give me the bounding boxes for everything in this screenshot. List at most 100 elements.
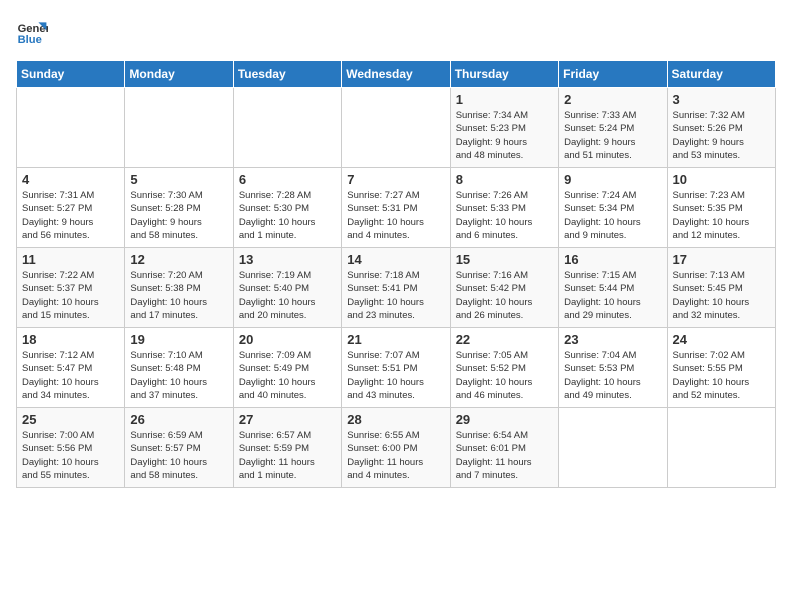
day-number: 20 (239, 332, 336, 347)
day-cell: 7 Sunrise: 7:27 AMSunset: 5:31 PMDaylight… (342, 168, 450, 248)
day-info: Sunrise: 7:32 AMSunset: 5:26 PMDaylight:… (673, 109, 770, 162)
calendar-table: SundayMondayTuesdayWednesdayThursdayFrid… (16, 60, 776, 488)
day-info: Sunrise: 7:24 AMSunset: 5:34 PMDaylight:… (564, 189, 661, 242)
day-cell: 19 Sunrise: 7:10 AMSunset: 5:48 PMDayligh… (125, 328, 233, 408)
day-info: Sunrise: 7:31 AMSunset: 5:27 PMDaylight:… (22, 189, 119, 242)
day-info: Sunrise: 7:12 AMSunset: 5:47 PMDaylight:… (22, 349, 119, 402)
day-cell: 23 Sunrise: 7:04 AMSunset: 5:53 PMDayligh… (559, 328, 667, 408)
day-cell (342, 88, 450, 168)
day-number: 5 (130, 172, 227, 187)
day-cell: 29 Sunrise: 6:54 AMSunset: 6:01 PMDayligh… (450, 408, 558, 488)
day-cell (559, 408, 667, 488)
day-cell (125, 88, 233, 168)
day-info: Sunrise: 7:19 AMSunset: 5:40 PMDaylight:… (239, 269, 336, 322)
day-number: 9 (564, 172, 661, 187)
week-row-1: 1Sunrise: 7:34 AMSunset: 5:23 PMDaylight… (17, 88, 776, 168)
page-header: General Blue (16, 16, 776, 48)
week-row-5: 25Sunrise: 7:00 AMSunset: 5:56 PMDayligh… (17, 408, 776, 488)
day-info: Sunrise: 7:13 AMSunset: 5:45 PMDaylight:… (673, 269, 770, 322)
day-info: Sunrise: 6:59 AMSunset: 5:57 PMDaylight:… (130, 429, 227, 482)
day-info: Sunrise: 7:33 AMSunset: 5:24 PMDaylight:… (564, 109, 661, 162)
day-info: Sunrise: 7:30 AMSunset: 5:28 PMDaylight:… (130, 189, 227, 242)
col-header-saturday: Saturday (667, 61, 775, 88)
day-number: 1 (456, 92, 553, 107)
day-cell: 4Sunrise: 7:31 AMSunset: 5:27 PMDaylight… (17, 168, 125, 248)
day-number: 27 (239, 412, 336, 427)
day-info: Sunrise: 7:27 AMSunset: 5:31 PMDaylight:… (347, 189, 444, 242)
col-header-monday: Monday (125, 61, 233, 88)
day-number: 15 (456, 252, 553, 267)
day-cell: 15 Sunrise: 7:16 AMSunset: 5:42 PMDayligh… (450, 248, 558, 328)
day-cell: 10Sunrise: 7:23 AMSunset: 5:35 PMDayligh… (667, 168, 775, 248)
day-cell: 24 Sunrise: 7:02 AMSunset: 5:55 PMDayligh… (667, 328, 775, 408)
day-number: 16 (564, 252, 661, 267)
col-header-thursday: Thursday (450, 61, 558, 88)
day-info: Sunrise: 7:02 AMSunset: 5:55 PMDaylight:… (673, 349, 770, 402)
col-header-wednesday: Wednesday (342, 61, 450, 88)
day-info: Sunrise: 7:07 AMSunset: 5:51 PMDaylight:… (347, 349, 444, 402)
calendar-header-row: SundayMondayTuesdayWednesdayThursdayFrid… (17, 61, 776, 88)
day-number: 28 (347, 412, 444, 427)
day-number: 14 (347, 252, 444, 267)
day-number: 24 (673, 332, 770, 347)
day-info: Sunrise: 7:26 AMSunset: 5:33 PMDaylight:… (456, 189, 553, 242)
day-number: 2 (564, 92, 661, 107)
day-number: 3 (673, 92, 770, 107)
day-info: Sunrise: 6:54 AMSunset: 6:01 PMDaylight:… (456, 429, 553, 482)
day-info: Sunrise: 6:57 AMSunset: 5:59 PMDaylight:… (239, 429, 336, 482)
day-cell: 12Sunrise: 7:20 AMSunset: 5:38 PMDayligh… (125, 248, 233, 328)
col-header-friday: Friday (559, 61, 667, 88)
day-number: 17 (673, 252, 770, 267)
day-cell: 5 Sunrise: 7:30 AMSunset: 5:28 PMDaylight… (125, 168, 233, 248)
day-number: 25 (22, 412, 119, 427)
day-cell: 21 Sunrise: 7:07 AMSunset: 5:51 PMDayligh… (342, 328, 450, 408)
day-cell: 16 Sunrise: 7:15 AMSunset: 5:44 PMDayligh… (559, 248, 667, 328)
day-cell: 13 Sunrise: 7:19 AMSunset: 5:40 PMDayligh… (233, 248, 341, 328)
day-cell: 25Sunrise: 7:00 AMSunset: 5:56 PMDayligh… (17, 408, 125, 488)
day-number: 10 (673, 172, 770, 187)
day-number: 29 (456, 412, 553, 427)
day-number: 7 (347, 172, 444, 187)
col-header-tuesday: Tuesday (233, 61, 341, 88)
day-cell: 9 Sunrise: 7:24 AMSunset: 5:34 PMDaylight… (559, 168, 667, 248)
day-info: Sunrise: 7:10 AMSunset: 5:48 PMDaylight:… (130, 349, 227, 402)
day-cell: 27 Sunrise: 6:57 AMSunset: 5:59 PMDayligh… (233, 408, 341, 488)
day-info: Sunrise: 7:18 AMSunset: 5:41 PMDaylight:… (347, 269, 444, 322)
day-info: Sunrise: 7:15 AMSunset: 5:44 PMDaylight:… (564, 269, 661, 322)
day-info: Sunrise: 7:16 AMSunset: 5:42 PMDaylight:… (456, 269, 553, 322)
col-header-sunday: Sunday (17, 61, 125, 88)
day-info: Sunrise: 7:05 AMSunset: 5:52 PMDaylight:… (456, 349, 553, 402)
day-number: 18 (22, 332, 119, 347)
day-cell: 2 Sunrise: 7:33 AMSunset: 5:24 PMDaylight… (559, 88, 667, 168)
week-row-2: 4Sunrise: 7:31 AMSunset: 5:27 PMDaylight… (17, 168, 776, 248)
day-number: 6 (239, 172, 336, 187)
day-number: 19 (130, 332, 227, 347)
day-number: 8 (456, 172, 553, 187)
day-number: 13 (239, 252, 336, 267)
day-cell (667, 408, 775, 488)
week-row-4: 18 Sunrise: 7:12 AMSunset: 5:47 PMDayligh… (17, 328, 776, 408)
day-cell: 6 Sunrise: 7:28 AMSunset: 5:30 PMDaylight… (233, 168, 341, 248)
day-number: 23 (564, 332, 661, 347)
day-cell: 14 Sunrise: 7:18 AMSunset: 5:41 PMDayligh… (342, 248, 450, 328)
day-number: 11 (22, 252, 119, 267)
day-cell: 26 Sunrise: 6:59 AMSunset: 5:57 PMDayligh… (125, 408, 233, 488)
day-number: 21 (347, 332, 444, 347)
day-cell: 17 Sunrise: 7:13 AMSunset: 5:45 PMDayligh… (667, 248, 775, 328)
svg-text:Blue: Blue (18, 34, 42, 46)
day-cell: 3 Sunrise: 7:32 AMSunset: 5:26 PMDaylight… (667, 88, 775, 168)
day-cell: 18 Sunrise: 7:12 AMSunset: 5:47 PMDayligh… (17, 328, 125, 408)
logo-icon: General Blue (16, 16, 48, 48)
day-cell (17, 88, 125, 168)
day-cell: 11Sunrise: 7:22 AMSunset: 5:37 PMDayligh… (17, 248, 125, 328)
day-info: Sunrise: 7:20 AMSunset: 5:38 PMDaylight:… (130, 269, 227, 322)
week-row-3: 11Sunrise: 7:22 AMSunset: 5:37 PMDayligh… (17, 248, 776, 328)
day-number: 22 (456, 332, 553, 347)
day-cell: 8 Sunrise: 7:26 AMSunset: 5:33 PMDaylight… (450, 168, 558, 248)
day-info: Sunrise: 7:28 AMSunset: 5:30 PMDaylight:… (239, 189, 336, 242)
day-info: Sunrise: 7:09 AMSunset: 5:49 PMDaylight:… (239, 349, 336, 402)
day-number: 26 (130, 412, 227, 427)
day-cell: 22 Sunrise: 7:05 AMSunset: 5:52 PMDayligh… (450, 328, 558, 408)
day-info: Sunrise: 7:04 AMSunset: 5:53 PMDaylight:… (564, 349, 661, 402)
day-cell (233, 88, 341, 168)
